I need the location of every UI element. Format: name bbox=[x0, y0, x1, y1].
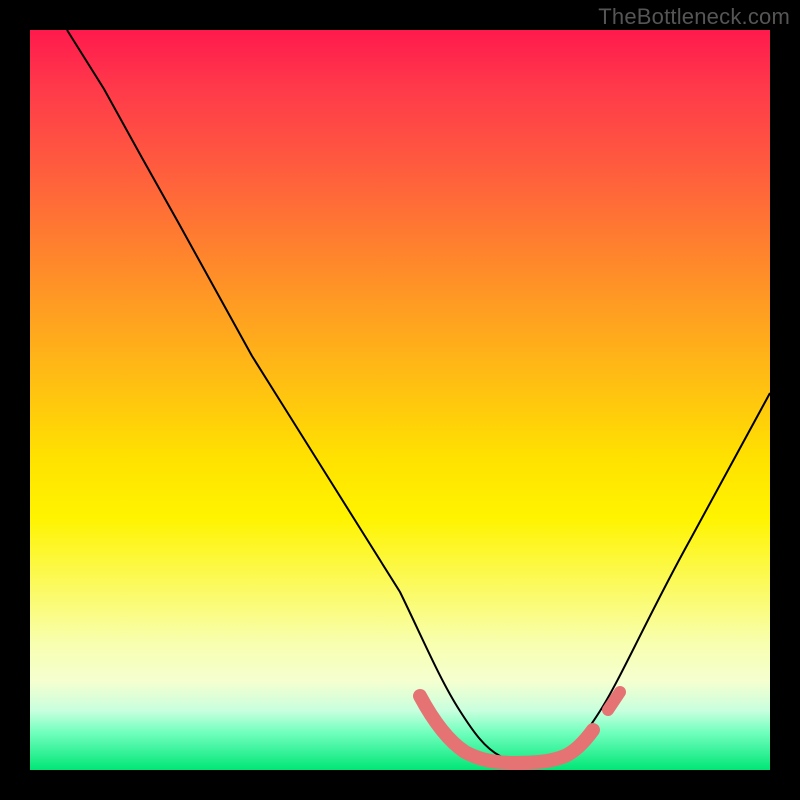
chart-plot-area bbox=[30, 30, 770, 770]
chart-svg bbox=[30, 30, 770, 770]
highlight-segment bbox=[420, 696, 593, 763]
bottleneck-curve bbox=[67, 30, 770, 763]
chart-frame: TheBottleneck.com bbox=[0, 0, 800, 800]
watermark-text: TheBottleneck.com bbox=[598, 4, 790, 30]
